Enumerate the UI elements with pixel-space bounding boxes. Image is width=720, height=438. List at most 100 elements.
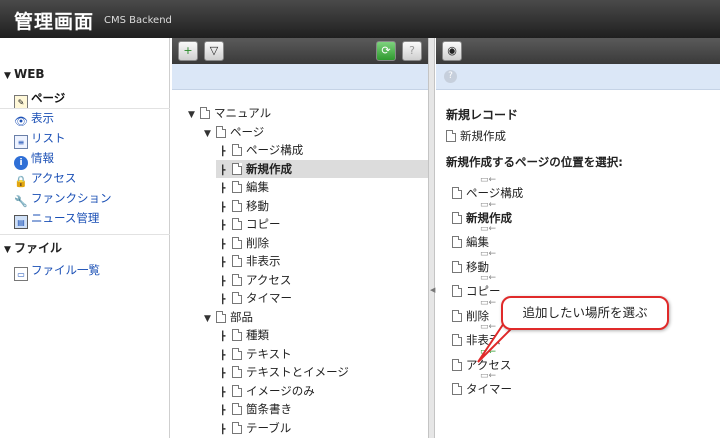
tree-item[interactable]: ┣ テーブル bbox=[220, 419, 291, 437]
expand-triangle-icon[interactable]: ▼ bbox=[188, 106, 200, 124]
document-icon bbox=[232, 255, 242, 267]
tree-item[interactable]: ┣ 種類 bbox=[220, 326, 269, 344]
insert-position-marker[interactable]: ▭← bbox=[480, 371, 496, 381]
tree-line-icon: ┣ bbox=[220, 239, 226, 250]
document-icon bbox=[232, 292, 242, 304]
help-icon[interactable]: ? bbox=[444, 70, 457, 83]
insert-position-marker[interactable]: ▭← bbox=[480, 273, 496, 283]
tree-line-icon: ┣ bbox=[220, 258, 226, 268]
grip-arrow-icon: ◀ bbox=[430, 286, 436, 294]
sidebar-item-view[interactable]: 👁 表示 bbox=[0, 108, 170, 128]
app-header: 管理画面 CMS Backend bbox=[0, 0, 720, 38]
tree-item[interactable]: ┣ 新規作成 bbox=[216, 159, 428, 178]
document-icon bbox=[232, 273, 242, 286]
record-heading: 新規レコード bbox=[446, 108, 519, 122]
app-title: 管理画面 bbox=[14, 11, 95, 33]
tree-toolbar: + ▽ ⟳ ? bbox=[172, 38, 428, 64]
tree-line-icon: ┣ bbox=[220, 332, 226, 342]
new-item-link[interactable]: 新規作成 bbox=[446, 128, 506, 144]
document-icon bbox=[232, 347, 242, 360]
sidebar-item-file-list[interactable]: ▭ ファイル一覧 bbox=[0, 260, 170, 281]
tree-item[interactable]: ▼ ページ bbox=[204, 123, 264, 141]
position-prompt: 新規作成するページの位置を選択: bbox=[446, 155, 623, 169]
sidebar-item-access[interactable]: 🔒 アクセス bbox=[0, 168, 170, 188]
tree-item[interactable]: ┣ 削除 bbox=[220, 234, 269, 252]
detail-toolbar: ◉ bbox=[436, 38, 720, 64]
tree-item[interactable]: ┣ テキスト bbox=[220, 345, 292, 363]
expand-triangle-icon[interactable]: ▼ bbox=[204, 125, 216, 143]
document-icon bbox=[452, 334, 462, 346]
tree-item[interactable]: ┣ ページ構成 bbox=[220, 141, 303, 159]
tree-line-icon: ┣ bbox=[220, 350, 226, 361]
document-icon bbox=[232, 181, 242, 193]
tree-item[interactable]: ┣ テキストとイメージ bbox=[220, 363, 349, 381]
wrench-icon: 🔧 bbox=[14, 195, 28, 208]
sidebar-section-web[interactable]: ▼ WEB bbox=[0, 62, 170, 86]
sidebar-section-file[interactable]: ▼ ファイル bbox=[0, 236, 170, 260]
tree-item[interactable]: ┣ 非表示 bbox=[220, 252, 281, 270]
insert-position-marker[interactable]: ▭← bbox=[480, 224, 496, 234]
sidebar-item-info[interactable]: i 情報 bbox=[0, 148, 170, 170]
tree-item[interactable]: ▼ 部品 bbox=[204, 308, 253, 326]
tree-line-icon: ┣ bbox=[220, 221, 226, 231]
document-icon bbox=[232, 329, 242, 341]
sidebar-item-list[interactable]: ≡ リスト bbox=[0, 128, 170, 149]
caret-down-icon: ▼ bbox=[4, 245, 11, 255]
new-page-icon[interactable]: + bbox=[178, 41, 198, 61]
eye-icon: 👁 bbox=[14, 115, 28, 128]
document-icon bbox=[452, 187, 462, 199]
document-icon bbox=[216, 125, 226, 138]
document-icon bbox=[232, 403, 242, 415]
detail-header-bar: ? bbox=[436, 64, 720, 90]
sidebar-item-news[interactable]: ▤ ニュース管理 bbox=[0, 208, 170, 229]
help-icon[interactable]: ? bbox=[402, 41, 422, 61]
tree-line-icon: ┣ bbox=[220, 147, 226, 157]
sidebar-item-page[interactable]: ✎ ページ bbox=[0, 88, 170, 109]
insert-position-marker[interactable]: ▭← bbox=[480, 200, 496, 210]
filter-icon[interactable]: ▽ bbox=[204, 41, 224, 61]
tree-item[interactable]: ▼ マニュアル bbox=[188, 104, 271, 122]
preview-icon[interactable]: ◉ bbox=[442, 41, 462, 61]
document-icon bbox=[232, 199, 242, 212]
panel-splitter[interactable]: ◀ bbox=[428, 38, 435, 438]
expand-triangle-icon[interactable]: ▼ bbox=[204, 310, 216, 328]
tree-item[interactable]: ┣ 移動 bbox=[220, 197, 269, 215]
sidebar-item-function[interactable]: 🔧 ファンクション bbox=[0, 188, 170, 208]
tree-item[interactable]: ┣ アクセス bbox=[220, 271, 291, 289]
page-edit-icon: ✎ bbox=[14, 95, 28, 109]
document-icon bbox=[452, 211, 462, 224]
tree-item[interactable]: ┣ 編集 bbox=[220, 178, 269, 196]
document-icon bbox=[232, 162, 242, 175]
refresh-icon[interactable]: ⟳ bbox=[376, 41, 396, 61]
insert-position-marker[interactable]: ▭← bbox=[480, 298, 496, 308]
document-icon bbox=[452, 383, 462, 395]
tree-line-icon: ┣ bbox=[220, 165, 226, 176]
document-icon bbox=[200, 107, 210, 119]
document-icon bbox=[232, 421, 242, 434]
document-icon bbox=[216, 310, 226, 323]
sidebar: ▼ WEB ✎ ページ 👁 表示 ≡ リスト i 情報 🔒 アクセス 🔧 ファンクション ▤ ニ… bbox=[0, 38, 170, 438]
app-subtitle: CMS Backend bbox=[104, 15, 172, 26]
tree-line-icon: ┣ bbox=[220, 295, 226, 305]
document-icon bbox=[232, 144, 242, 156]
tree-line-icon: ┣ bbox=[220, 202, 226, 213]
tree-line-icon: ┣ bbox=[220, 406, 226, 416]
document-icon bbox=[452, 260, 462, 273]
insert-position-marker[interactable]: ▭← bbox=[480, 175, 496, 185]
tree-item[interactable]: ┣ コピー bbox=[220, 215, 281, 233]
tree-item[interactable]: ┣ タイマー bbox=[220, 289, 292, 307]
page-tree: ▼ マニュアル ▼ ページ ┣ ページ構成 ┣ 新規作成 ┣ 編集 ┣ 移動 ┣ コピー ┣ 削除 ┣ 非表示 ┣ ア… bbox=[172, 90, 428, 438]
tree-item[interactable]: ┣ イメージのみ bbox=[220, 382, 315, 400]
tree-item[interactable]: ┣ 箇条書き bbox=[220, 400, 292, 418]
document-icon bbox=[232, 236, 242, 249]
document-icon bbox=[452, 309, 462, 322]
tree-header-bar bbox=[172, 64, 428, 90]
annotation-callout: 追加したい場所を選ぶ bbox=[501, 296, 669, 330]
tree-line-icon: ┣ bbox=[220, 369, 226, 379]
document-icon bbox=[452, 358, 462, 371]
insert-position-marker[interactable]: ▭← bbox=[480, 249, 496, 259]
position-item: タイマー bbox=[452, 381, 512, 397]
document-icon bbox=[446, 130, 456, 142]
tree-line-icon: ┣ bbox=[220, 424, 226, 435]
list-icon: ≡ bbox=[14, 135, 28, 149]
